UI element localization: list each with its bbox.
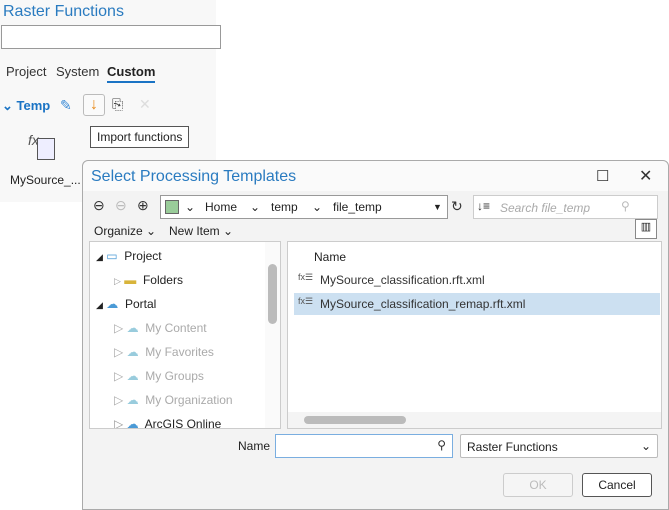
tree-item-my-groups[interactable]: ▷ ☁ My Groups: [114, 369, 204, 383]
maximize-icon[interactable]: ☐: [596, 167, 609, 185]
tree-item-portal[interactable]: ◢ ☁ Portal: [96, 297, 156, 311]
breadcrumb-file-temp[interactable]: file_temp: [333, 200, 382, 214]
copy-icon[interactable]: ⎘: [112, 96, 123, 113]
file-row-selected[interactable]: fx☰ MySource_classification_remap.rft.xml: [294, 293, 660, 315]
up-icon[interactable]: ⊕: [137, 197, 149, 214]
location-icon: [165, 200, 179, 214]
tooltip: Import functions: [90, 126, 190, 148]
breadcrumb-temp[interactable]: temp: [271, 200, 298, 214]
raster-function-file-icon: fx☰: [298, 272, 314, 282]
tree-item-folders[interactable]: ▷ ▬ Folders: [114, 273, 183, 287]
chevron-down-icon: ⌄: [640, 439, 651, 453]
column-header-name[interactable]: Name: [314, 250, 346, 264]
tree-item-arcgis-online[interactable]: ▷ ☁ ArcGIS Online: [114, 417, 221, 428]
view-toggle-icon[interactable]: ▥: [635, 219, 657, 239]
address-bar[interactable]: ⌄ Home ⌄ temp ⌄ file_temp ▼: [160, 195, 448, 219]
dropdown-icon[interactable]: ▼: [433, 202, 442, 212]
name-label: Name: [238, 439, 271, 453]
refresh-icon[interactable]: ↻: [451, 198, 463, 215]
select-templates-dialog: Select Processing Templates ☐ ✕ ⊖ ⊖ ⊕ ⌄ …: [82, 160, 669, 510]
function-item-label[interactable]: MySource_...: [10, 173, 81, 187]
file-list: Name fx☰ MySource_classification.rft.xml …: [287, 241, 662, 429]
pencil-icon[interactable]: ✎: [60, 97, 72, 114]
close-icon[interactable]: ✕: [639, 166, 652, 186]
search-icon: ⚲: [437, 438, 446, 452]
group-temp[interactable]: ⌄ Temp: [2, 98, 50, 114]
tree-item-my-favorites[interactable]: ▷ ☁ My Favorites: [114, 345, 214, 359]
tree-scrollbar[interactable]: [265, 242, 280, 428]
raster-function-file-icon: fx☰: [298, 296, 314, 306]
sort-icon[interactable]: ↓≡: [477, 199, 490, 213]
back-icon[interactable]: ⊖: [93, 197, 105, 214]
name-input[interactable]: ⚲: [275, 434, 453, 458]
dialog-title: Select Processing Templates: [91, 168, 297, 185]
pane-title: Raster Functions: [3, 3, 124, 20]
forward-icon[interactable]: ⊖: [115, 197, 127, 214]
file-row[interactable]: fx☰ MySource_classification.rft.xml: [294, 269, 660, 291]
file-type-select[interactable]: Raster Functions ⌄: [460, 434, 658, 458]
new-item-menu[interactable]: New Item ⌄: [169, 224, 233, 238]
tree-item-project[interactable]: ◢ ▭ Project: [96, 249, 162, 263]
horizontal-scrollbar[interactable]: [288, 412, 661, 428]
delete-icon[interactable]: ✕: [139, 96, 151, 113]
cancel-button[interactable]: Cancel: [582, 473, 652, 497]
organize-menu[interactable]: Organize ⌄: [94, 224, 156, 238]
breadcrumb-home[interactable]: Home: [205, 200, 237, 214]
tree-item-my-content[interactable]: ▷ ☁ My Content: [114, 321, 207, 335]
import-functions-button[interactable]: ↓: [83, 94, 105, 116]
tree-item-my-organization[interactable]: ▷ ☁ My Organization: [114, 393, 233, 407]
tab-custom[interactable]: Custom: [107, 64, 156, 83]
raster-function-icon: fx: [28, 132, 55, 160]
search-input[interactable]: Search file_temp: [473, 195, 658, 219]
pane-search-input[interactable]: [1, 25, 221, 49]
navigation-tree: ◢ ▭ Project ▷ ▬ Folders ◢ ☁ Portal ▷ ☁ M…: [89, 241, 281, 429]
tab-system[interactable]: System: [56, 64, 99, 79]
search-icon: ⚲: [621, 199, 630, 213]
ok-button[interactable]: OK: [503, 473, 573, 497]
chevron-down-icon: ⌄: [2, 98, 17, 113]
tab-project[interactable]: Project: [6, 64, 46, 79]
